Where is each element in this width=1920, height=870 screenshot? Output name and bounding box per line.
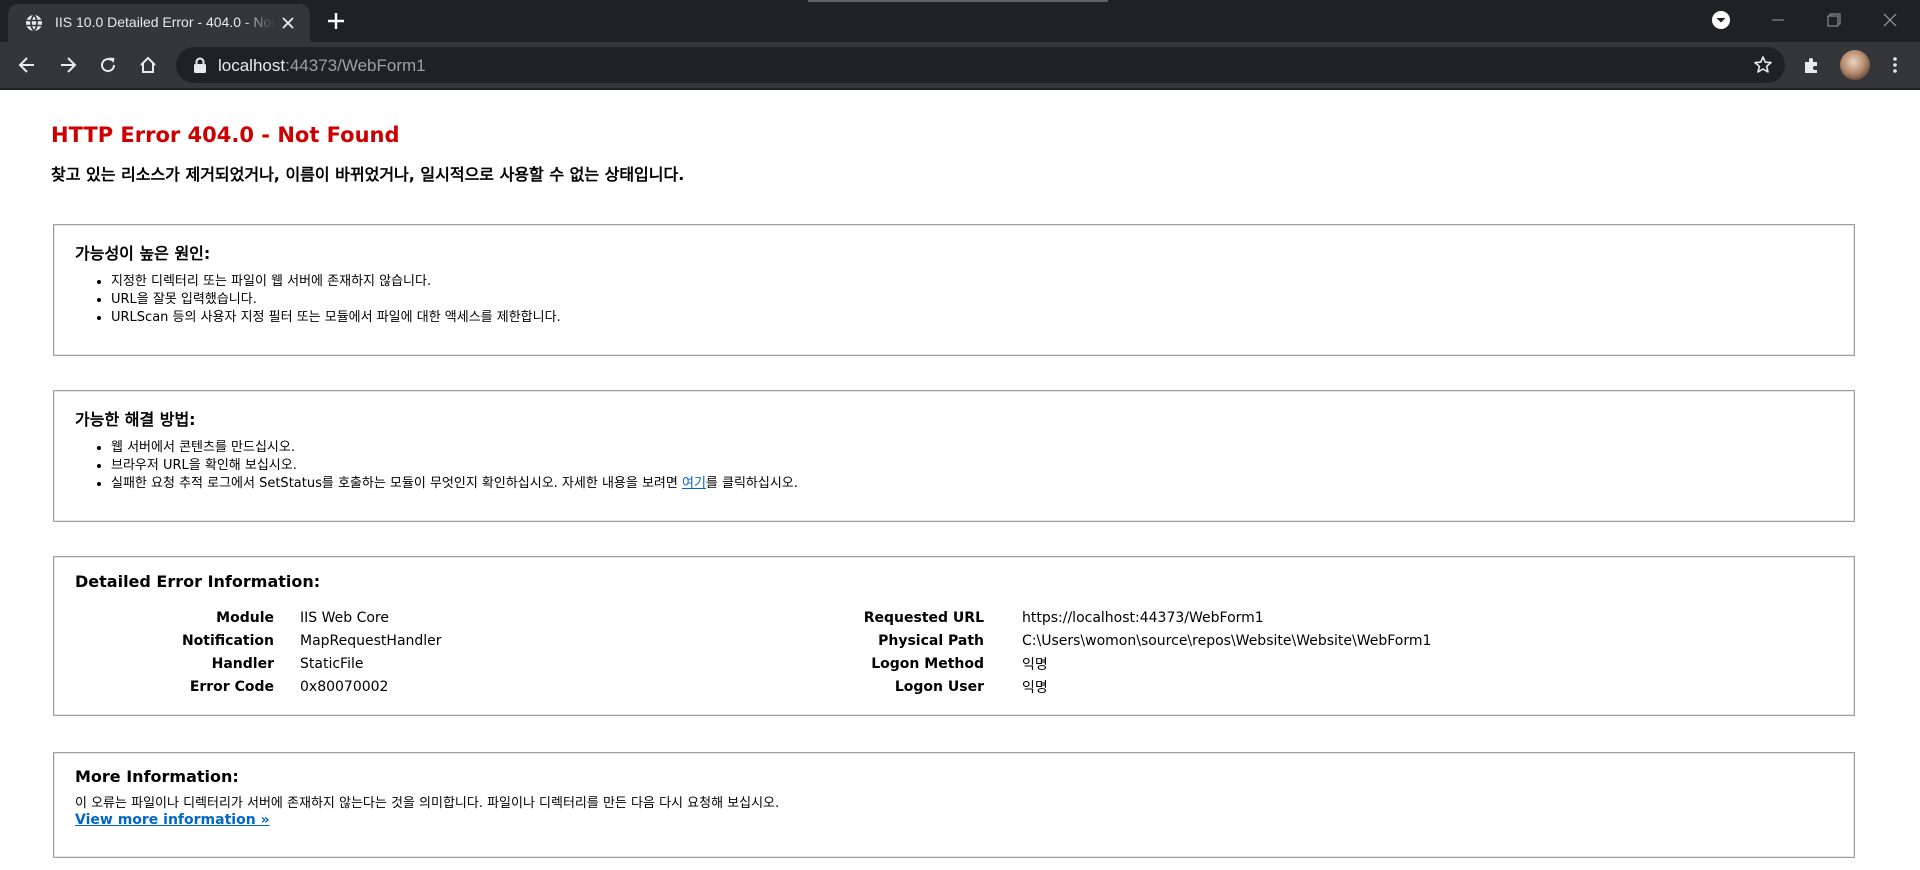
close-tab-icon[interactable] [280,15,296,31]
tab-search-icon[interactable] [1711,10,1731,30]
address-url[interactable]: localhost:44373/WebForm1 [218,56,426,76]
home-icon[interactable] [138,55,158,75]
causes-heading: 가능성이 높은 원인: [75,244,211,263]
lock-icon[interactable] [193,57,207,73]
more-info-box: More Information: 이 오류는 파일이나 디렉터리가 서버에 존… [53,752,1855,858]
detail-label: Physical Path [878,632,984,649]
detail-label: Logon Method [871,655,984,672]
detail-table-right: Requested URL https://localhost:44373/Web… [734,606,1432,698]
extensions-icon[interactable] [1802,55,1822,75]
bookmark-star-icon[interactable] [1753,55,1773,75]
table-row: Handler StaticFile [54,652,442,675]
solutions-box: 가능한 해결 방법: 웹 서버에서 콘텐츠를 만드십시오. 브라우저 URL을 … [53,390,1855,522]
plus-icon[interactable] [326,11,346,31]
table-row: Logon Method 익명 [734,652,1431,675]
detailed-error-heading: Detailed Error Information: [75,572,321,591]
minimize-icon[interactable] [1768,10,1788,30]
solution-item: 웹 서버에서 콘텐츠를 만드십시오. [111,439,798,457]
detail-label: Logon User [894,678,984,695]
solution-text-end: 를 클릭하십시오. [705,476,798,491]
error-title: HTTP Error 404.0 - Not Found [51,123,400,147]
detail-label: Module [216,609,274,626]
globe-icon [26,14,42,32]
solution-item: 실패한 요청 추적 로그에서 SetStatus를 호출하는 모듈이 무엇인지 … [111,475,798,493]
detail-value: 익명 [1022,679,1048,696]
cause-item: URL을 잘못 입력했습니다. [111,291,561,309]
titlebar-strip [808,0,1108,2]
detail-value: 0x80070002 [300,678,389,695]
cause-item: 지정한 디렉터리 또는 파일이 웹 서버에 존재하지 않습니다. [111,273,561,291]
detail-value: 익명 [1022,656,1048,673]
profile-avatar[interactable] [1840,50,1870,80]
table-row: Requested URL https://localhost:44373/Web… [734,606,1431,629]
view-more-link[interactable]: View more information » [75,812,270,828]
detail-value: IIS Web Core [300,609,389,626]
causes-list: 지정한 디렉터리 또는 파일이 웹 서버에 존재하지 않습니다. URL을 잘못… [91,273,561,327]
arrow-left-icon[interactable] [17,55,37,75]
browser-tab[interactable]: IIS 10.0 Detailed Error - 404.0 - Not Fo… [8,4,310,42]
error-subtitle: 찾고 있는 리소스가 제거되었거나, 이름이 바뀌었거나, 일시적으로 사용할 … [51,165,685,184]
causes-box: 가능성이 높은 원인: 지정한 디렉터리 또는 파일이 웹 서버에 존재하지 않… [53,224,1855,356]
detail-value: MapRequestHandler [300,632,442,649]
restore-icon[interactable] [1824,10,1844,30]
detail-label: Error Code [189,678,274,695]
detail-table-left: Module IIS Web Core Notification MapReques… [54,606,442,698]
page-content: HTTP Error 404.0 - Not Found 찾고 있는 리소스가 … [0,90,1920,870]
detail-label: Handler [211,655,274,672]
detail-value: https://localhost:44373/WebForm1 [1022,609,1264,626]
solution-text: 실패한 요청 추적 로그에서 SetStatus를 호출하는 모듈이 무엇인지 … [111,476,682,491]
browser-toolbar: localhost:44373/WebForm1 [0,42,1920,90]
menu-kebab-icon[interactable] [1885,55,1905,75]
url-host: localhost [218,56,286,75]
address-bar[interactable]: localhost:44373/WebForm1 [176,47,1785,83]
tab-title: IIS 10.0 Detailed Error - 404.0 - Not Fo… [55,14,275,30]
browser-titlebar: IIS 10.0 Detailed Error - 404.0 - Not Fo… [0,0,1920,42]
detail-value: StaticFile [300,655,364,672]
solutions-list: 웹 서버에서 콘텐츠를 만드십시오. 브라우저 URL을 확인해 보십시오. 실… [91,439,798,493]
solutions-heading: 가능한 해결 방법: [75,410,196,429]
more-info-text: 이 오류는 파일이나 디렉터리가 서버에 존재하지 않는다는 것을 의미합니다.… [75,796,780,811]
close-window-icon[interactable] [1880,10,1900,30]
detail-label: Requested URL [863,609,984,626]
detail-value: C:\Users\womon\source\repos\Website\Webs… [1022,632,1432,649]
table-row: Error Code 0x80070002 [54,675,442,698]
trace-log-link[interactable]: 여기 [682,476,706,491]
detailed-error-box: Detailed Error Information: Module IIS We… [53,556,1855,716]
arrow-right-icon[interactable] [58,55,78,75]
reload-icon[interactable] [98,55,118,75]
table-row: Logon User 익명 [734,675,1431,698]
solution-item: 브라우저 URL을 확인해 보십시오. [111,457,798,475]
detail-label: Notification [181,632,274,649]
table-row: Physical Path C:\Users\womon\source\repos… [734,629,1431,652]
table-row: Module IIS Web Core [54,606,442,629]
cause-item: URLScan 등의 사용자 지정 필터 또는 모듈에서 파일에 대한 액세스를… [111,309,561,327]
more-info-heading: More Information: [75,767,239,786]
url-path: :44373/WebForm1 [285,56,426,75]
table-row: Notification MapRequestHandler [54,629,442,652]
